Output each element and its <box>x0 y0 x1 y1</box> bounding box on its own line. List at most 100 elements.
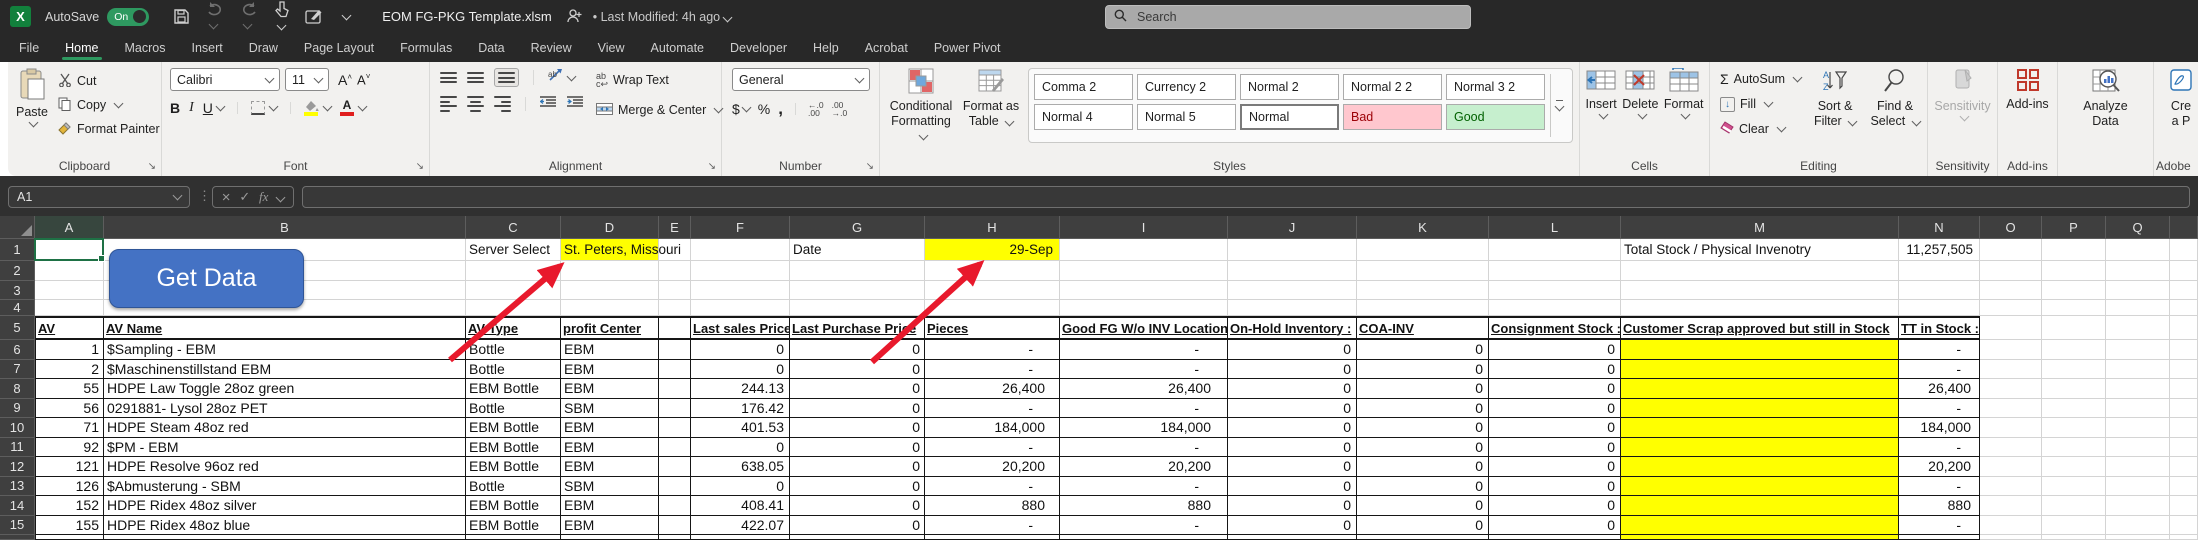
cell-profit-center[interactable]: EBM <box>561 340 659 360</box>
increase-decimal-button[interactable]: ←.0.00 <box>808 101 824 117</box>
cell[interactable] <box>2170 239 2198 261</box>
cell[interactable] <box>1060 281 1228 300</box>
align-left-button[interactable] <box>440 96 457 112</box>
cell[interactable] <box>1489 239 1621 261</box>
cell-coa-inv[interactable]: 0 <box>1357 457 1489 477</box>
tab-macros[interactable]: Macros <box>112 33 179 62</box>
cell-coa-inv[interactable]: 0 <box>1357 418 1489 438</box>
cell[interactable] <box>691 261 790 281</box>
cell[interactable] <box>35 281 104 300</box>
cell-type[interactable]: EBM Bottle <box>466 379 561 399</box>
cell-last-sales-price[interactable]: 244.13 <box>691 379 790 399</box>
cell[interactable] <box>1980 239 2042 261</box>
cell[interactable] <box>1980 300 2042 316</box>
cell-on-hold[interactable]: 0 <box>1228 477 1357 497</box>
cell-on-hold[interactable]: 0 <box>1228 457 1357 477</box>
cell[interactable] <box>35 239 104 261</box>
row-header-4[interactable]: 4 <box>0 300 35 316</box>
cell-last-purchase-price[interactable]: 0 <box>790 360 925 380</box>
cell-good-fg[interactable]: 184,000 <box>1060 418 1228 438</box>
cell-tt-in-stock[interactable]: - <box>1899 477 1980 497</box>
cell[interactable] <box>2106 516 2170 536</box>
table-header-cell[interactable]: AV Type <box>466 316 561 340</box>
cell[interactable] <box>466 300 561 316</box>
cell-av[interactable]: 155 <box>35 516 104 536</box>
cell-profit-center[interactable]: EBM <box>561 418 659 438</box>
cell-customer-scrap[interactable] <box>1621 496 1899 516</box>
cell-date-value[interactable]: 29-Sep <box>925 239 1060 261</box>
cell-av[interactable]: 2 <box>35 360 104 380</box>
row-header-2[interactable]: 2 <box>0 261 35 281</box>
format-painter-button[interactable]: Format Painter <box>58 118 160 140</box>
cell-e[interactable] <box>659 438 691 458</box>
cell-style-normal-2-2[interactable]: Normal 2 2 <box>1343 74 1442 100</box>
table-header-cell[interactable]: Good FG W/o INV Location : <box>1060 316 1228 340</box>
cell-last-purchase-price[interactable]: 0 <box>790 418 925 438</box>
tab-draw[interactable]: Draw <box>236 33 291 62</box>
cell-style-currency-2[interactable]: Currency 2 <box>1137 74 1236 100</box>
select-all-corner[interactable] <box>0 216 35 239</box>
cell[interactable] <box>561 261 659 281</box>
table-header-cell[interactable]: Consignment Stock : <box>1489 316 1621 340</box>
tab-data[interactable]: Data <box>465 33 517 62</box>
cell-av[interactable]: 56 <box>35 399 104 419</box>
cell-customer-scrap[interactable] <box>1621 360 1899 380</box>
cell[interactable] <box>691 535 790 540</box>
cell-tt-in-stock[interactable]: 184,000 <box>1899 418 1980 438</box>
cell-last-purchase-price[interactable]: 0 <box>790 340 925 360</box>
column-header-partial[interactable] <box>2170 216 2198 239</box>
cell-pieces[interactable]: - <box>925 360 1060 380</box>
cell[interactable] <box>2106 239 2170 261</box>
font-dialog-launcher-icon[interactable]: ↘ <box>416 161 424 172</box>
cell-date-label[interactable]: Date <box>790 239 925 261</box>
cell-last-purchase-price[interactable]: 0 <box>790 399 925 419</box>
tab-insert[interactable]: Insert <box>178 33 235 62</box>
column-header-J[interactable]: J <box>1228 216 1357 239</box>
cell-profit-center[interactable]: EBM <box>561 496 659 516</box>
cell-style-normal[interactable]: Normal <box>1240 104 1339 130</box>
cell[interactable] <box>659 535 691 540</box>
cell[interactable] <box>2042 300 2106 316</box>
merge-center-button[interactable]: Merge & Center <box>596 99 722 121</box>
addins-button[interactable]: Add-ins <box>1998 68 2057 112</box>
cell[interactable] <box>1228 535 1357 540</box>
cell-on-hold[interactable]: 0 <box>1228 496 1357 516</box>
cell-last-sales-price[interactable]: 176.42 <box>691 399 790 419</box>
bottom-align-button[interactable] <box>494 68 519 87</box>
decrease-font-size-button[interactable]: A˅ <box>357 72 370 87</box>
percent-style-button[interactable]: % <box>758 101 770 117</box>
tab-home[interactable]: Home <box>52 33 111 62</box>
column-header-O[interactable]: O <box>1980 216 2042 239</box>
cell[interactable] <box>1060 300 1228 316</box>
column-header-I[interactable]: I <box>1060 216 1228 239</box>
cell-consignment[interactable]: 0 <box>1489 399 1621 419</box>
cell-good-fg[interactable]: - <box>1060 340 1228 360</box>
cell-coa-inv[interactable]: 0 <box>1357 516 1489 536</box>
cell-consignment[interactable]: 0 <box>1489 438 1621 458</box>
cell[interactable] <box>1980 496 2042 516</box>
sort-filter-button[interactable]: AZ Sort &Filter <box>1809 68 1861 140</box>
cell-tt-in-stock[interactable]: 880 <box>1899 496 1980 516</box>
cell[interactable] <box>925 261 1060 281</box>
cell[interactable] <box>2042 438 2106 458</box>
wrap-text-button[interactable]: abc↩ Wrap Text <box>596 69 722 91</box>
cell[interactable] <box>1980 516 2042 536</box>
column-header-G[interactable]: G <box>790 216 925 239</box>
cell-style-comma-2[interactable]: Comma 2 <box>1034 74 1133 100</box>
touch-mode-icon[interactable] <box>274 1 289 32</box>
cell-tt-in-stock[interactable]: - <box>1899 516 1980 536</box>
cell-total-stock-value[interactable]: 11,257,505 <box>1899 239 1980 261</box>
cell[interactable] <box>1489 281 1621 300</box>
font-color-button[interactable]: A <box>340 100 354 116</box>
cell[interactable] <box>790 281 925 300</box>
cell-last-sales-price[interactable]: 0 <box>691 438 790 458</box>
row-header-10[interactable]: 10 <box>0 418 35 438</box>
cell-last-purchase-price[interactable]: 0 <box>790 379 925 399</box>
cell[interactable] <box>2170 261 2198 281</box>
cell[interactable] <box>2106 399 2170 419</box>
cell-profit-center[interactable]: SBM <box>561 477 659 497</box>
cell[interactable] <box>2042 535 2106 540</box>
row-header-9[interactable]: 9 <box>0 399 35 419</box>
format-as-table-button[interactable]: Format asTable <box>960 68 1022 143</box>
cell[interactable] <box>1980 399 2042 419</box>
